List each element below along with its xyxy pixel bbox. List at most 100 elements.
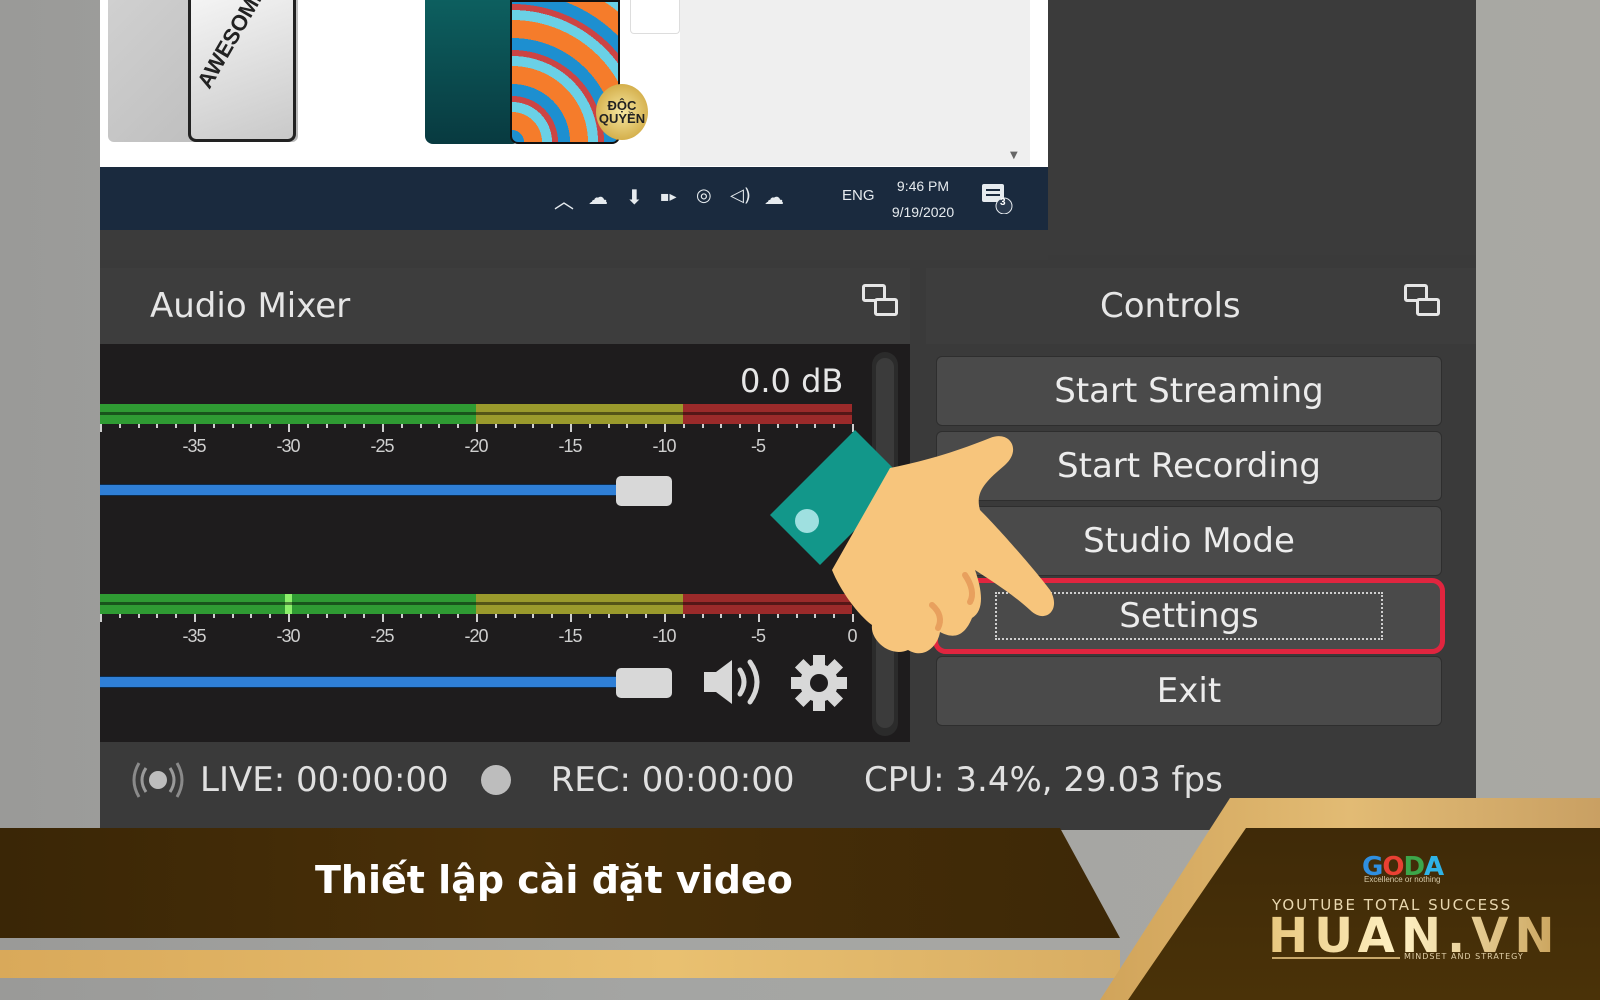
scale-tick bbox=[701, 614, 704, 618]
usb-icon[interactable]: ⬇ bbox=[626, 185, 643, 209]
peak-indicator bbox=[285, 594, 292, 614]
undock-icon[interactable] bbox=[862, 284, 902, 324]
scale-tick bbox=[626, 424, 629, 428]
scale-tick bbox=[494, 424, 497, 428]
audio-mixer-title: Audio Mixer bbox=[150, 286, 351, 326]
scale-tick bbox=[664, 424, 666, 432]
goda-tagline: Excellence or nothing bbox=[1364, 875, 1441, 884]
network-icon[interactable]: ◎ bbox=[696, 185, 712, 206]
banner-gold-stripe bbox=[0, 950, 1120, 978]
scale-tick bbox=[457, 424, 460, 428]
scale-label: -10 bbox=[652, 436, 676, 456]
speaker-icon[interactable] bbox=[702, 656, 768, 712]
scale-tick bbox=[212, 614, 215, 618]
preview-bottom-gap bbox=[100, 230, 1048, 260]
meter-zone-green bbox=[100, 404, 476, 424]
volume-fader-track[interactable] bbox=[100, 484, 616, 496]
logo-tagline-bottom: MINDSET AND STRATEGY bbox=[1404, 952, 1524, 961]
scale-tick bbox=[438, 614, 441, 618]
scale-tick bbox=[250, 424, 253, 428]
battery-icon[interactable]: ▪▸ bbox=[660, 189, 677, 205]
scale-tick bbox=[231, 424, 234, 428]
scale-tick bbox=[739, 614, 742, 618]
scale-tick bbox=[137, 424, 140, 428]
scale-tick bbox=[476, 424, 478, 432]
scale-tick bbox=[626, 614, 629, 618]
cloud-icon[interactable]: ☁ bbox=[764, 185, 784, 209]
scale-tick bbox=[494, 614, 497, 618]
thumbnail-box bbox=[630, 0, 680, 34]
volume-fader-track[interactable] bbox=[100, 676, 616, 688]
scale-tick bbox=[607, 614, 610, 618]
cpu-fps-readout: CPU: 3.4%, 29.03 fps bbox=[864, 760, 1223, 800]
scale-label: -30 bbox=[276, 626, 300, 646]
volume-icon[interactable]: ◁) bbox=[730, 185, 751, 206]
product-phone-2-back bbox=[425, 0, 520, 144]
scale-tick bbox=[570, 614, 572, 622]
scale-tick bbox=[175, 614, 178, 618]
scale-tick bbox=[344, 424, 347, 428]
meter-scale: -35-30-25-20-15-10-50 bbox=[100, 614, 860, 654]
preview-canvas[interactable]: AWESOME ĐỘC QUYỀN ▼ ︿ ☁ ⬇ ▪▸ ◎ ◁) ☁ ENG … bbox=[100, 0, 1048, 230]
scroll-down-arrow-icon[interactable]: ▼ bbox=[1010, 150, 1018, 161]
scale-tick bbox=[100, 424, 102, 432]
live-status: LIVE: 00:00:00 REC: 00:00:00 bbox=[130, 760, 795, 800]
scale-tick bbox=[513, 614, 516, 618]
volume-fader-handle[interactable] bbox=[616, 668, 672, 698]
scale-tick bbox=[532, 614, 535, 618]
caption-text: Thiết lập cài đặt video bbox=[315, 858, 793, 902]
preview-blank-area bbox=[680, 0, 1030, 166]
scale-tick bbox=[570, 424, 572, 432]
scale-label: -10 bbox=[652, 626, 676, 646]
scale-tick bbox=[532, 424, 535, 428]
scale-tick bbox=[250, 614, 253, 618]
scale-tick bbox=[269, 614, 272, 618]
scale-tick bbox=[212, 424, 215, 428]
scale-label: -25 bbox=[370, 436, 394, 456]
scale-tick bbox=[438, 424, 441, 428]
scale-tick bbox=[382, 424, 384, 432]
scale-tick bbox=[551, 424, 554, 428]
button-label: Settings bbox=[1119, 596, 1259, 636]
button-label: Start Streaming bbox=[1054, 371, 1324, 411]
exclusive-badge: ĐỘC QUYỀN bbox=[596, 84, 648, 140]
rec-timer: REC: 00:00:00 bbox=[550, 760, 795, 800]
scale-tick bbox=[231, 614, 234, 618]
scale-tick bbox=[607, 424, 610, 428]
scale-tick bbox=[588, 614, 591, 618]
scale-tick bbox=[400, 614, 403, 618]
scale-label: -20 bbox=[464, 626, 488, 646]
taskbar-clock[interactable]: 9:46 PM 9/19/2020 bbox=[888, 173, 958, 225]
live-timer: LIVE: 00:00:00 bbox=[200, 760, 449, 800]
scale-tick bbox=[645, 424, 648, 428]
notification-center-icon[interactable]: 3 bbox=[980, 182, 1013, 215]
onedrive-icon[interactable]: ☁ bbox=[588, 185, 608, 209]
record-indicator-icon bbox=[480, 765, 511, 795]
scale-label: -35 bbox=[182, 436, 206, 456]
scale-tick bbox=[156, 424, 159, 428]
preview-side-area bbox=[1048, 0, 1476, 255]
scale-tick bbox=[400, 424, 403, 428]
obs-window: AWESOME ĐỘC QUYỀN ▼ ︿ ☁ ⬇ ▪▸ ◎ ◁) ☁ ENG … bbox=[100, 0, 1476, 830]
controls-title: Controls bbox=[1100, 286, 1241, 326]
button-label: Start Recording bbox=[1057, 446, 1321, 486]
scale-label: -15 bbox=[558, 436, 582, 456]
undock-icon[interactable] bbox=[1404, 284, 1444, 324]
scale-tick bbox=[306, 424, 309, 428]
language-indicator[interactable]: ENG bbox=[842, 187, 875, 204]
scale-tick bbox=[194, 424, 196, 432]
chevron-up-icon[interactable]: ︿ bbox=[554, 185, 574, 214]
scale-tick bbox=[156, 614, 159, 618]
scale-tick bbox=[645, 614, 648, 618]
scale-tick bbox=[419, 424, 422, 428]
scale-tick bbox=[739, 424, 742, 428]
meter-zone-yellow bbox=[476, 594, 683, 614]
start-streaming-button[interactable]: Start Streaming bbox=[936, 356, 1442, 426]
logo-divider bbox=[1272, 957, 1400, 959]
button-label: Studio Mode bbox=[1083, 521, 1295, 561]
scale-label: -30 bbox=[276, 436, 300, 456]
scale-tick bbox=[306, 614, 309, 618]
scale-tick bbox=[720, 614, 723, 618]
volume-fader-handle[interactable] bbox=[616, 476, 672, 506]
scale-tick bbox=[588, 424, 591, 428]
